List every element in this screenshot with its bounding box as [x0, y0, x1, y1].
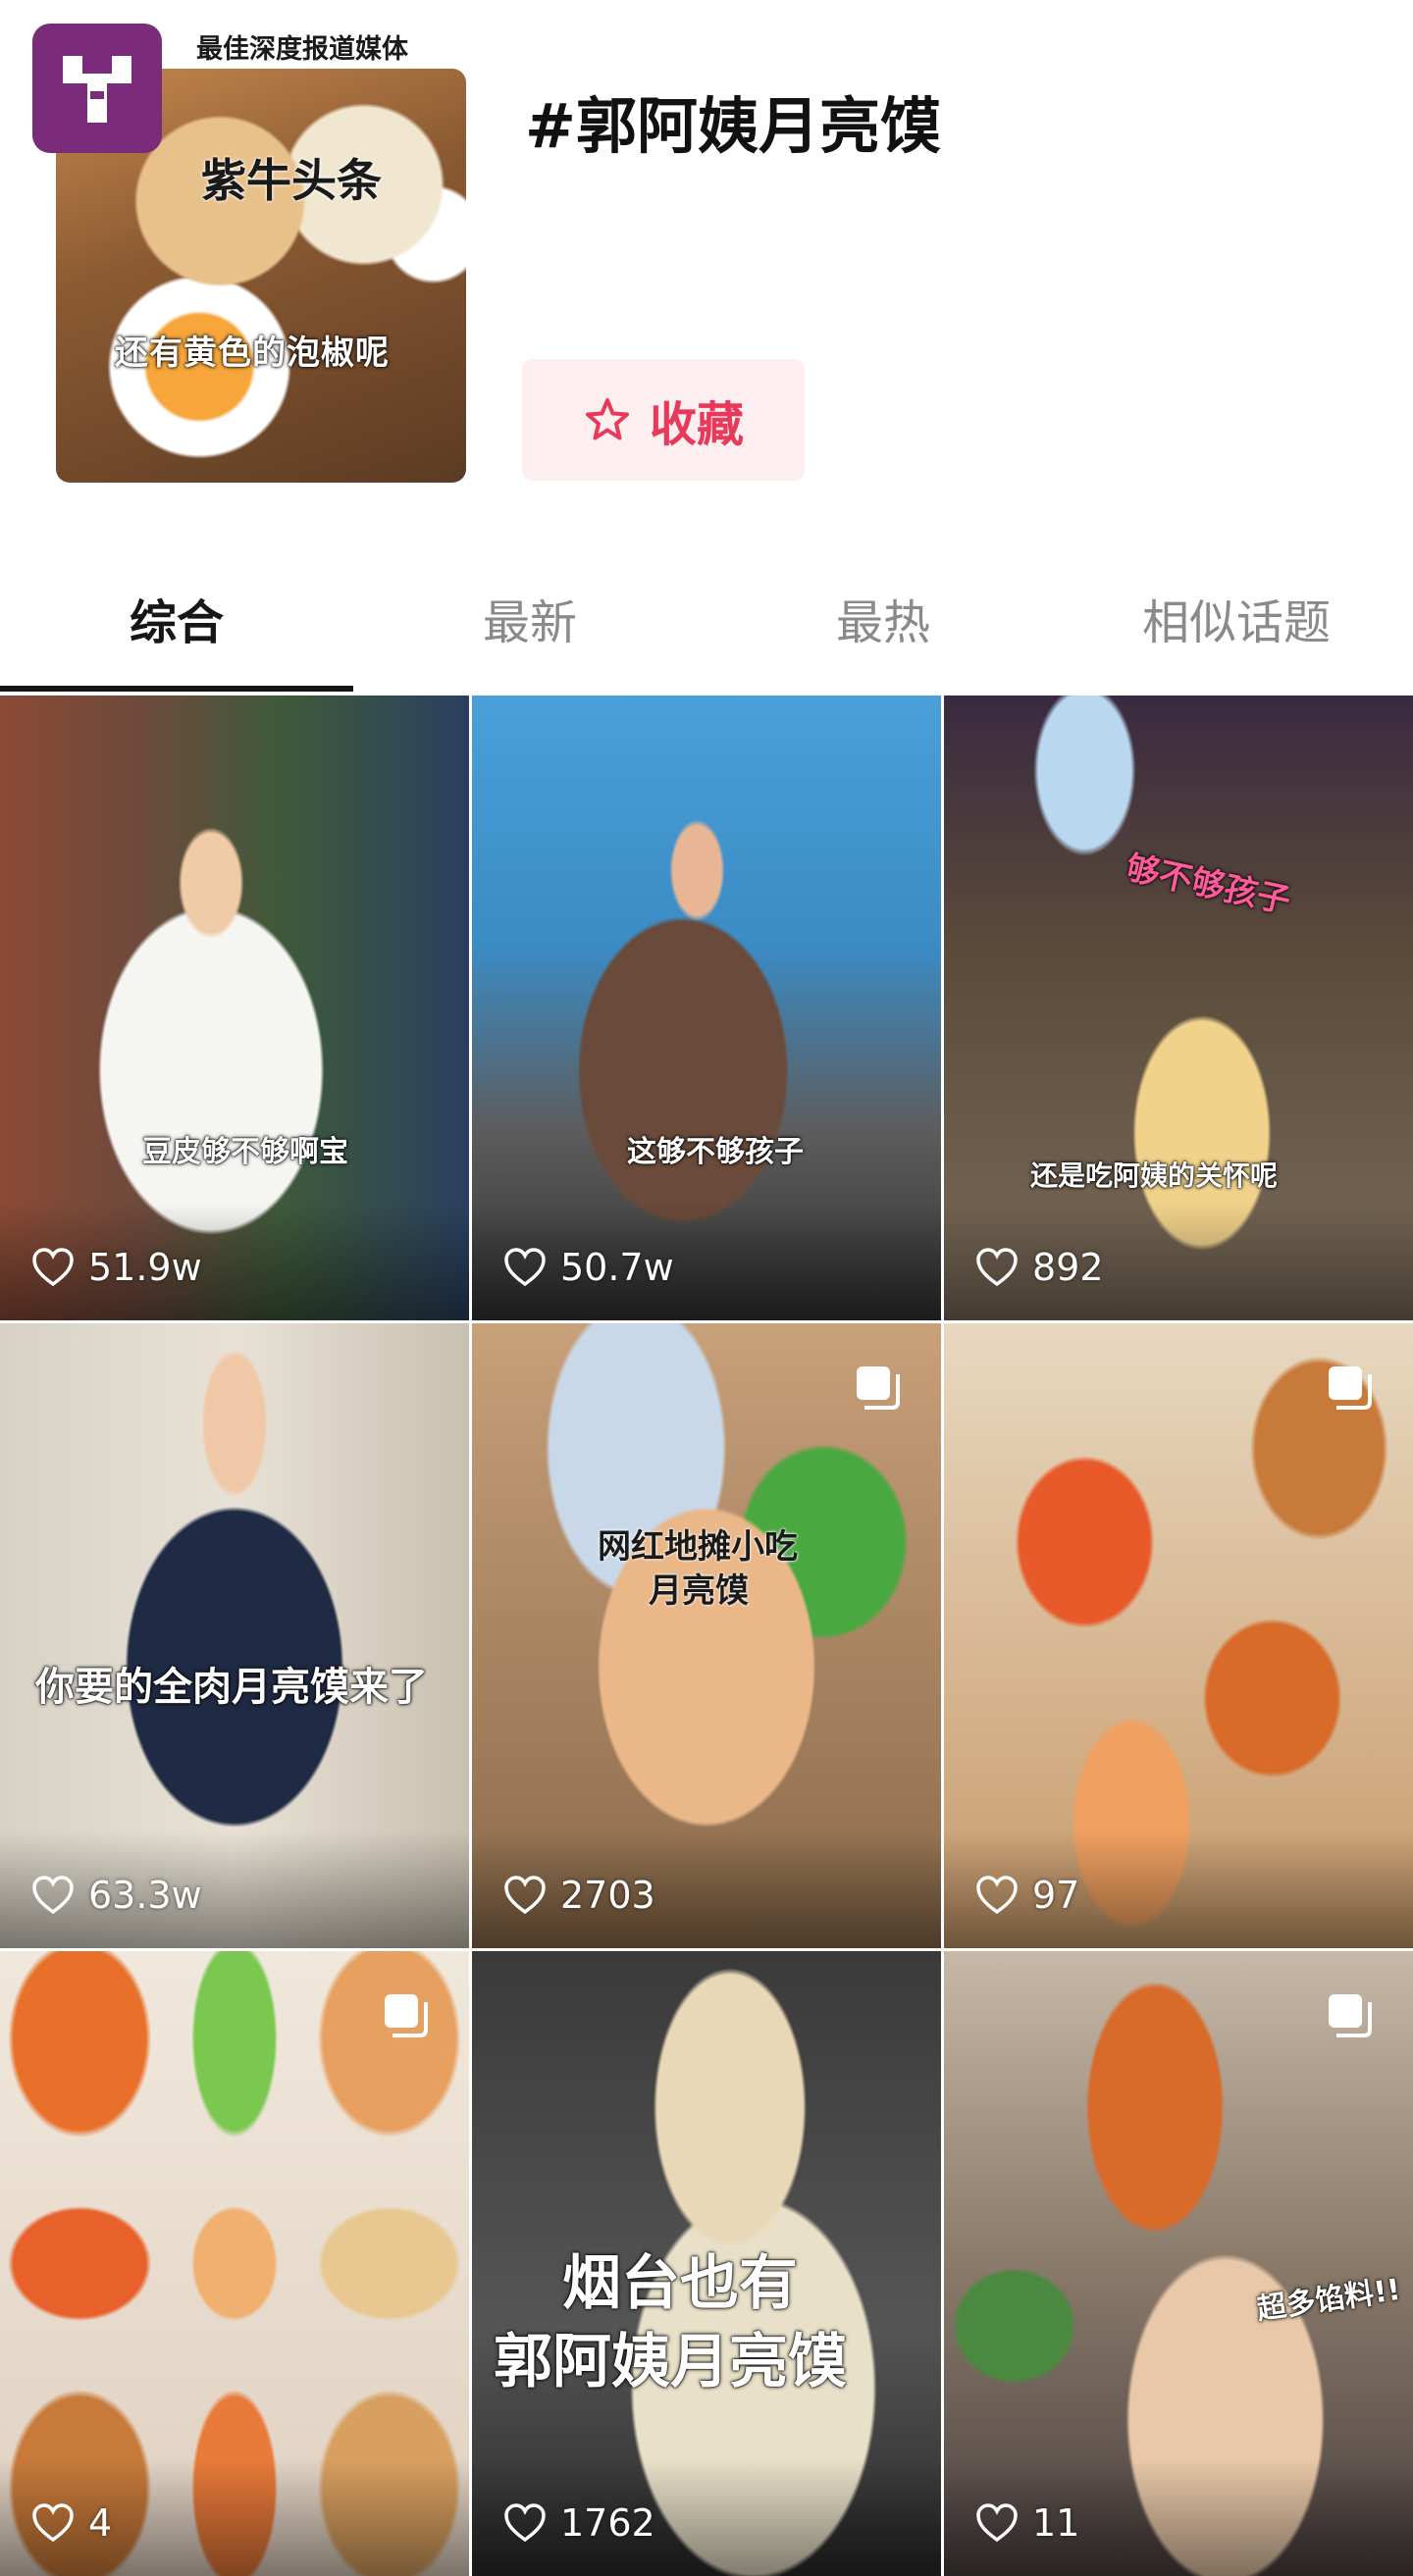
tab-hottest[interactable]: 最热: [706, 549, 1060, 687]
tab-comprehensive[interactable]: 综合: [0, 549, 353, 687]
video-card[interactable]: 够不够孩子 还是吃阿姨的关怀呢 892: [944, 696, 1413, 1320]
video-card[interactable]: 这够不够孩子 50.7w: [472, 696, 941, 1320]
like-count-value: 50.7w: [560, 1246, 674, 1289]
video-caption: 你要的全肉月亮馍来了: [35, 1665, 428, 1710]
like-count: 51.9w: [31, 1246, 202, 1289]
cover-caption: 还有黄色的泡椒呢: [115, 334, 390, 373]
favorite-button[interactable]: 收藏: [522, 359, 805, 481]
like-count: 50.7w: [503, 1246, 674, 1289]
tab-latest[interactable]: 最新: [353, 549, 706, 687]
heart-icon: [32, 1876, 74, 1915]
like-count-value: 4: [88, 2501, 113, 2545]
heart-icon: [504, 1876, 546, 1915]
video-caption: 豆皮够不够啊宝: [142, 1135, 348, 1169]
video-card[interactable]: 97: [944, 1323, 1413, 1948]
like-count-value: 1762: [560, 2501, 655, 2545]
video-caption: 烟台也有: [562, 2249, 798, 2318]
video-card[interactable]: 超多馅料!! 11: [944, 1951, 1413, 2576]
like-count-value: 51.9w: [88, 1246, 202, 1289]
topic-title: #郭阿姨月亮馍: [525, 90, 941, 162]
brand-slogan: 最佳深度报道媒体: [196, 34, 408, 65]
video-caption: 还是吃阿姨的关怀呢: [1030, 1159, 1279, 1192]
brand-logo-icon: [32, 24, 162, 153]
like-count-value: 11: [1032, 2501, 1080, 2545]
video-card[interactable]: 4: [0, 1951, 469, 2576]
video-caption: 超多馅料!!: [1254, 2272, 1403, 2328]
video-caption-line2: 月亮馍: [649, 1571, 749, 1611]
cover-brand-name: 紫牛头条: [201, 154, 382, 207]
like-count-value: 63.3w: [88, 1874, 202, 1917]
like-count: 11: [975, 2501, 1079, 2545]
like-count: 2703: [503, 1874, 655, 1917]
heart-icon: [976, 1876, 1018, 1915]
multi-image-icon: [1329, 1366, 1372, 1410]
like-count: 892: [975, 1246, 1104, 1289]
tab-similar-topics[interactable]: 相似话题: [1060, 549, 1413, 687]
like-count: 63.3w: [31, 1874, 202, 1917]
multi-image-icon: [1329, 1994, 1372, 2037]
favorite-label: 收藏: [649, 397, 744, 452]
video-caption: 网红地摊小吃: [598, 1527, 798, 1567]
star-icon: [585, 398, 629, 440]
multi-image-icon: [385, 1994, 428, 2037]
video-caption-line2: 郭阿姨月亮馍: [494, 2328, 847, 2396]
video-card[interactable]: 烟台也有 郭阿姨月亮馍 1762: [472, 1951, 941, 2576]
active-tab-indicator: [0, 686, 353, 692]
heart-icon: [504, 1248, 546, 1287]
video-card[interactable]: 豆皮够不够啊宝 51.9w: [0, 696, 469, 1320]
video-caption: 这够不够孩子: [627, 1135, 804, 1169]
like-count-value: 97: [1032, 1874, 1080, 1917]
like-count: 97: [975, 1874, 1079, 1917]
multi-image-icon: [857, 1366, 900, 1410]
heart-icon: [32, 2503, 74, 2543]
like-count-value: 2703: [560, 1874, 655, 1917]
video-card[interactable]: 你要的全肉月亮馍来了 63.3w: [0, 1323, 469, 1948]
video-caption-overlay: 够不够孩子: [1122, 848, 1294, 922]
heart-icon: [32, 1248, 74, 1287]
heart-icon: [504, 2503, 546, 2543]
like-count-value: 892: [1032, 1246, 1104, 1289]
video-card[interactable]: 网红地摊小吃 月亮馍 2703: [472, 1323, 941, 1948]
like-count: 1762: [503, 2501, 655, 2545]
topic-tabs: 综合 最新 最热 相似话题: [0, 549, 1413, 696]
heart-icon: [976, 2503, 1018, 2543]
like-count: 4: [31, 2501, 112, 2545]
heart-icon: [976, 1248, 1018, 1287]
